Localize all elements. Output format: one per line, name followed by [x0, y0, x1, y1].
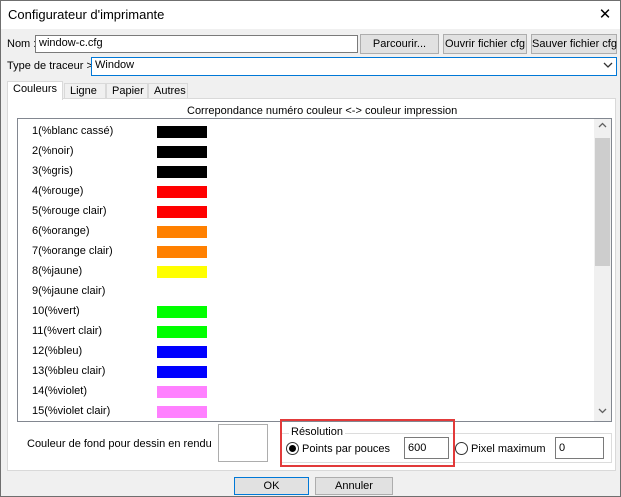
color-swatch[interactable]: [157, 146, 207, 158]
color-label: 2(%noir): [32, 145, 74, 157]
close-icon[interactable]: ✕: [590, 1, 620, 29]
list-item[interactable]: 1(%blanc cassé): [18, 121, 596, 141]
color-swatch[interactable]: [157, 126, 207, 138]
tab-papier[interactable]: Papier: [106, 83, 148, 99]
color-swatch[interactable]: [157, 286, 207, 298]
color-mapping-heading: Correpondance numéro couleur <-> couleur…: [187, 105, 458, 117]
color-label: 13(%bleu clair): [32, 365, 106, 377]
plotter-type-select[interactable]: Window: [91, 57, 617, 76]
ok-button[interactable]: OK: [234, 477, 309, 495]
tab-ligne[interactable]: Ligne: [64, 83, 106, 99]
list-item[interactable]: 7(%orange clair): [18, 241, 596, 261]
name-field[interactable]: window-c.cfg: [35, 35, 358, 53]
color-label: 9(%jaune clair): [32, 285, 106, 297]
color-swatch[interactable]: [157, 346, 207, 358]
background-color-label: Couleur de fond pour dessin en rendu: [27, 438, 212, 450]
color-label: 11(%vert clair): [32, 325, 103, 337]
name-label: Nom :: [7, 38, 37, 50]
list-item[interactable]: 2(%noir): [18, 141, 596, 161]
list-item[interactable]: 3(%gris): [18, 161, 596, 181]
pixel-max-input[interactable]: 0: [555, 437, 604, 459]
color-mapping-list[interactable]: 1(%blanc cassé) 2(%noir) 3(%gris) 4(%rou…: [17, 118, 612, 422]
color-swatch[interactable]: [157, 166, 207, 178]
list-item[interactable]: 4(%rouge): [18, 181, 596, 201]
pixel-max-label: Pixel maximum: [471, 443, 546, 455]
color-label: 15(%violet clair): [32, 405, 111, 417]
color-swatch[interactable]: [157, 266, 207, 278]
color-swatch[interactable]: [157, 246, 207, 258]
scroll-up-icon[interactable]: [594, 119, 611, 136]
color-label: 8(%jaune): [32, 265, 83, 277]
list-scrollbar[interactable]: [594, 119, 611, 421]
color-label: 3(%gris): [32, 165, 73, 177]
open-cfg-button[interactable]: Ouvrir fichier cfg: [443, 34, 527, 54]
color-label: 6(%orange): [32, 225, 90, 237]
printer-config-dialog: Configurateur d'imprimante ✕ Nom : windo…: [0, 0, 621, 497]
title-bar: Configurateur d'imprimante ✕: [1, 1, 620, 29]
list-item[interactable]: 14(%violet): [18, 381, 596, 401]
list-item[interactable]: 12(%bleu): [18, 341, 596, 361]
list-item[interactable]: 13(%bleu clair): [18, 361, 596, 381]
window-title: Configurateur d'imprimante: [8, 7, 165, 22]
pixel-max-radio[interactable]: [455, 442, 468, 455]
list-item[interactable]: 5(%rouge clair): [18, 201, 596, 221]
color-label: 10(%vert): [32, 305, 80, 317]
background-color-swatch[interactable]: [218, 424, 268, 462]
color-swatch[interactable]: [157, 206, 207, 218]
plotter-type-label: Type de traceur >: [7, 60, 93, 72]
color-swatch[interactable]: [157, 306, 207, 318]
list-item[interactable]: 6(%orange): [18, 221, 596, 241]
color-label: 12(%bleu): [32, 345, 83, 357]
browse-button[interactable]: Parcourir...: [360, 34, 439, 54]
list-item[interactable]: 11(%vert clair): [18, 321, 596, 341]
color-swatch[interactable]: [157, 186, 207, 198]
highlight-annotation: [280, 419, 455, 467]
list-item[interactable]: 8(%jaune): [18, 261, 596, 281]
scrollbar-thumb[interactable]: [595, 138, 610, 266]
color-swatch[interactable]: [157, 366, 207, 378]
cancel-button[interactable]: Annuler: [315, 477, 393, 495]
plotter-type-value: Window: [95, 59, 135, 71]
list-item[interactable]: 10(%vert): [18, 301, 596, 321]
color-swatch[interactable]: [157, 406, 207, 418]
list-item[interactable]: 9(%jaune clair): [18, 281, 596, 301]
color-label: 4(%rouge): [32, 185, 84, 197]
color-label: 7(%orange clair): [32, 245, 113, 257]
save-cfg-button[interactable]: Sauver fichier cfg: [531, 34, 617, 54]
color-label: 5(%rouge clair): [32, 205, 107, 217]
color-swatch[interactable]: [157, 226, 207, 238]
color-swatch[interactable]: [157, 386, 207, 398]
tab-autres[interactable]: Autres: [148, 83, 188, 99]
tab-couleurs[interactable]: Couleurs: [7, 81, 63, 100]
color-label: 1(%blanc cassé): [32, 125, 114, 137]
chevron-down-icon: [603, 59, 613, 74]
color-label: 14(%violet): [32, 385, 88, 397]
scroll-down-icon[interactable]: [594, 404, 611, 421]
color-swatch[interactable]: [157, 326, 207, 338]
list-item[interactable]: 15(%violet clair): [18, 401, 596, 421]
